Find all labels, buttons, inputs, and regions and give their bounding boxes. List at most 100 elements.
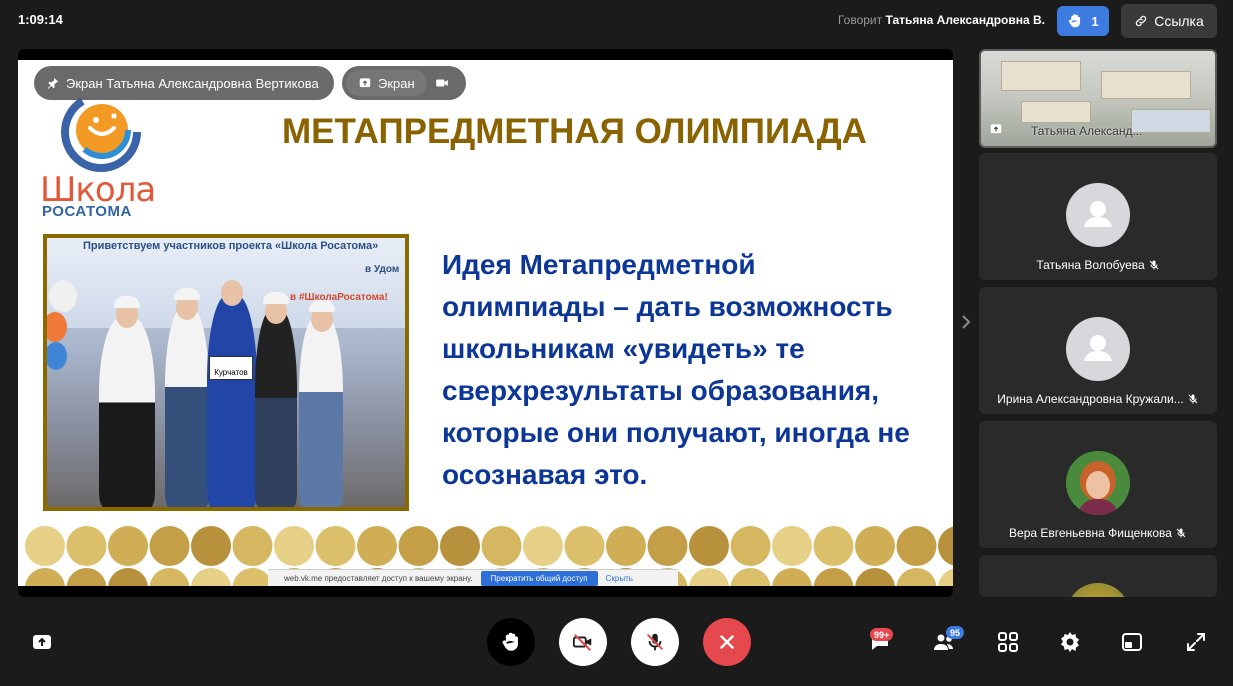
raised-hands-button[interactable]: 1 [1057, 6, 1109, 36]
gold-dot [232, 526, 273, 566]
screen-share-stage[interactable]: Школа РОСАТОМА МЕТАПРЕДМЕТНАЯ ОЛИМПИАДА … [18, 49, 953, 597]
participant-tile[interactable]: Татьяна Александ... [979, 49, 1217, 148]
mic-muted-icon [1149, 260, 1159, 270]
toggle-microphone-button[interactable] [631, 618, 679, 666]
mic-muted-icon [1176, 528, 1186, 538]
screen-share-icon [359, 78, 371, 88]
gold-dot [357, 526, 397, 566]
camera-off-icon [572, 633, 592, 651]
link-icon [1136, 15, 1147, 27]
gold-dot [689, 526, 729, 566]
gold-dot [191, 526, 231, 566]
camera-view-icon[interactable] [435, 76, 449, 90]
avatar [1066, 317, 1130, 381]
copy-link-button[interactable]: Ссылка [1121, 4, 1217, 38]
person-cap [309, 300, 335, 312]
hide-notice-link[interactable]: Скрыть [606, 574, 633, 583]
picture-in-picture-button[interactable] [1120, 630, 1144, 654]
gold-dot [606, 526, 646, 566]
gold-dot [730, 526, 771, 566]
raise-hand-button[interactable] [487, 618, 535, 666]
person-cap [174, 288, 200, 300]
participant-tile[interactable]: Татьяна Волобуева [979, 153, 1217, 280]
end-call-button[interactable] [703, 618, 751, 666]
person [165, 307, 209, 507]
group-photo: Приветствуем участников проекта «Школа Р… [43, 234, 409, 511]
pinned-screen-text: Экран Татьяна Александровна Вертикова [66, 75, 319, 91]
speaking-name: Татьяна Александровна В. [885, 13, 1045, 27]
gold-dot [938, 526, 953, 566]
gold-dot [813, 526, 854, 566]
collapse-sidebar-chevron-icon[interactable] [960, 314, 972, 330]
view-mode-switcher[interactable]: Экран [342, 66, 466, 100]
expand-icon [1187, 633, 1205, 651]
gold-dot [108, 568, 148, 586]
screen-share-icon [33, 635, 51, 649]
stop-sharing-button[interactable]: Прекратить общий доступ [480, 570, 598, 586]
speaking-prefix: Говорит [837, 13, 883, 27]
participant-tile[interactable]: Вера Евгеньевна Фищенкова [979, 421, 1217, 548]
screen-view-tab[interactable]: Экран [346, 70, 427, 96]
settings-button[interactable] [1058, 630, 1082, 654]
gold-dot [315, 526, 356, 566]
person [207, 295, 257, 507]
gold-dot [855, 526, 895, 566]
gear-icon [1061, 632, 1079, 652]
photo-banner-line1: Приветствуем участников проекта «Школа Р… [83, 240, 379, 252]
copy-link-label: Ссылка [1154, 13, 1204, 29]
call-timer: 1:09:14 [18, 12, 63, 27]
toggle-camera-button[interactable] [559, 618, 607, 666]
gold-dot [66, 568, 107, 586]
balloon [49, 280, 77, 312]
gold-dot [855, 568, 895, 586]
chat-unread-badge: 99+ [870, 628, 894, 641]
bottom-toolbar: 99+ 95 [0, 600, 1233, 686]
participant-name-text: Татьяна Александ... [1031, 124, 1143, 138]
default-user-icon [1084, 201, 1112, 227]
participant-name-text: Татьяна Волобуева [1036, 258, 1145, 272]
grid-icon [998, 632, 1018, 652]
person [299, 315, 343, 507]
photo-sign: Курчатов [209, 356, 253, 380]
gold-dot [481, 526, 522, 566]
gold-dot [191, 568, 231, 586]
mic-muted-icon [1188, 394, 1198, 404]
participant-name-text: Ирина Александровна Кружали... [997, 392, 1184, 406]
gold-dot [689, 568, 729, 586]
layout-grid-button[interactable] [996, 630, 1020, 654]
participants-button[interactable]: 95 [932, 626, 965, 654]
person [255, 309, 297, 507]
pin-icon [47, 77, 59, 89]
fullscreen-button[interactable] [1184, 630, 1208, 654]
partial-avatar [1066, 583, 1130, 597]
participant-tile[interactable]: Ирина Александровна Кружали... [979, 287, 1217, 414]
person-cap [114, 296, 140, 308]
gold-dot [149, 568, 190, 586]
raise-hand-icon [502, 632, 518, 651]
video-call-app: 1:09:14 Говорит Татьяна Александровна В.… [0, 0, 1233, 686]
gold-dot [25, 568, 65, 586]
gold-dot [108, 526, 148, 566]
participant-tile[interactable] [979, 555, 1217, 597]
gold-dot [896, 526, 937, 566]
person [99, 317, 155, 507]
gold-dot [25, 526, 65, 566]
balloon [47, 342, 67, 370]
logo-text-rosatom: РОСАТОМА [42, 203, 132, 220]
gold-dot [730, 568, 771, 586]
gold-dot [440, 526, 480, 566]
participant-name-text: Вера Евгеньевна Фищенкова [1009, 526, 1172, 540]
gold-dot [813, 568, 854, 586]
mic-off-icon [646, 633, 664, 651]
person-cap [263, 292, 289, 304]
chat-button[interactable]: 99+ [868, 628, 894, 654]
pinned-screen-label[interactable]: Экран Татьяна Александровна Вертикова [34, 66, 334, 100]
participant-name: Вера Евгеньевна Фищенкова [979, 526, 1217, 540]
desk [1001, 61, 1081, 91]
share-screen-button[interactable] [30, 630, 54, 654]
default-user-icon [1084, 335, 1112, 361]
participants-count-badge: 95 [946, 626, 965, 639]
user-photo-icon [1066, 451, 1130, 515]
screen-share-notice-bar: web.vk.me предоставляет доступ к вашему … [268, 569, 678, 586]
participant-name: Татьяна Александ... [1031, 124, 1142, 138]
